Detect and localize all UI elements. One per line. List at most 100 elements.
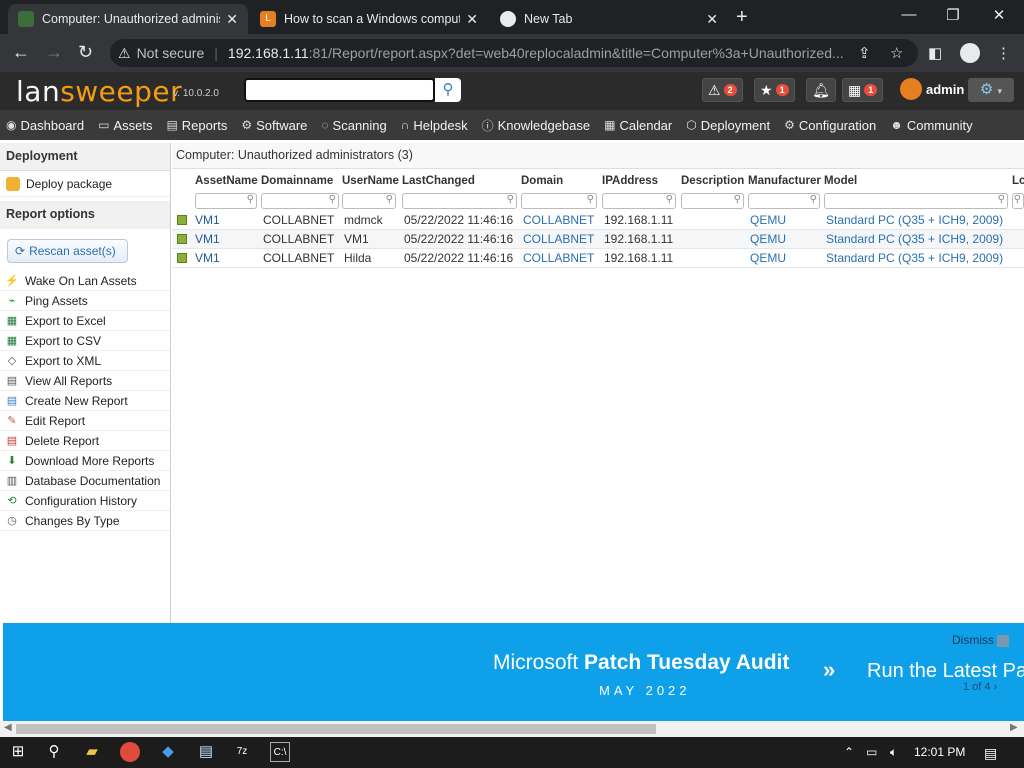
action-database-documentation[interactable]: ▥ Database Documentation: [0, 471, 170, 491]
close-tab-icon[interactable]: ✕: [706, 11, 718, 28]
menu-kebab-icon[interactable]: ⋮: [996, 44, 1011, 62]
network-icon[interactable]: ▭: [866, 745, 877, 759]
column-header-domain[interactable]: Domain: [521, 175, 563, 187]
deploy-package-link[interactable]: Deploy package: [0, 171, 170, 197]
cell-model[interactable]: Standard PC (Q35 + ICH9, 2009): [826, 251, 1003, 265]
action-edit-report[interactable]: ✎ Edit Report: [0, 411, 170, 431]
menu-item-configuration[interactable]: ⚙ Configuration: [784, 118, 876, 133]
scrollbar-thumb[interactable]: [16, 724, 656, 734]
column-header-model[interactable]: Model: [824, 175, 857, 187]
lansweeper-logo[interactable]: lansweeper: [16, 75, 182, 108]
column-header-lo[interactable]: Lo: [1012, 175, 1024, 187]
action-export-to-xml[interactable]: ◇ Export to XML: [0, 351, 170, 371]
action-download-more-reports[interactable]: ⬇ Download More Reports: [0, 451, 170, 471]
filter-input-ipaddress[interactable]: ⚲: [602, 193, 676, 209]
close-window-button[interactable]: ✕: [976, 6, 1022, 24]
filter-input-lastchanged[interactable]: ⚲: [402, 193, 517, 209]
tab-how-to-scan[interactable]: L How to scan a Windows compute ✕: [250, 4, 488, 34]
menu-item-knowledgebase[interactable]: ⓘ Knowledgebase: [482, 117, 591, 134]
filter-input-username[interactable]: ⚲: [342, 193, 396, 209]
new-tab-button[interactable]: +: [736, 6, 748, 29]
cell-model[interactable]: Standard PC (Q35 + ICH9, 2009): [826, 232, 1003, 246]
scroll-left-icon[interactable]: ◀: [4, 722, 12, 733]
cell-assetname[interactable]: VM1: [195, 251, 220, 265]
chrome-icon[interactable]: [120, 742, 140, 762]
cell-manufacturer[interactable]: QEMU: [750, 251, 786, 265]
restore-button[interactable]: ❐: [930, 6, 976, 24]
windows-start-icon[interactable]: ⊞: [8, 742, 28, 762]
table-row[interactable]: VM1 COLLABNET mdmck 05/22/2022 11:46:16 COLL…: [172, 211, 1024, 230]
cell-model[interactable]: Standard PC (Q35 + ICH9, 2009): [826, 213, 1003, 227]
filter-input-lo[interactable]: ⚲: [1012, 193, 1024, 209]
column-header-lastchanged[interactable]: LastChanged: [402, 175, 475, 187]
profile-icon[interactable]: [960, 43, 980, 63]
action-create-new-report[interactable]: ▤ Create New Report: [0, 391, 170, 411]
double-chevron-right-icon[interactable]: »: [823, 657, 835, 683]
menu-item-calendar[interactable]: ▦ Calendar: [604, 118, 672, 133]
menu-item-scanning[interactable]: ◌ Scanning: [321, 118, 386, 133]
teamviewer-icon[interactable]: ◆: [158, 742, 178, 762]
search-icon[interactable]: ⚲: [44, 742, 64, 762]
minimize-button[interactable]: —: [886, 6, 932, 23]
7zip-icon[interactable]: 7z: [232, 742, 252, 762]
menu-item-assets[interactable]: ▭ Assets: [98, 118, 152, 133]
filter-input-assetname[interactable]: ⚲: [195, 193, 257, 209]
action-view-all-reports[interactable]: ▤ View All Reports: [0, 371, 170, 391]
cell-domain[interactable]: COLLABNET: [523, 213, 594, 227]
cell-assetname[interactable]: VM1: [195, 232, 220, 246]
banner-cta[interactable]: Run the Latest Pat: [867, 660, 1024, 683]
action-configuration-history[interactable]: ⟲ Configuration History: [0, 491, 170, 511]
column-header-assetname[interactable]: AssetName: [195, 175, 258, 187]
volume-icon[interactable]: 🔈︎: [890, 745, 897, 760]
avatar[interactable]: [900, 78, 922, 100]
menu-item-reports[interactable]: ▤ Reports: [166, 118, 227, 133]
table-row[interactable]: VM1 COLLABNET VM1 05/22/2022 11:46:16 COLLAB…: [172, 230, 1024, 249]
action-ping-assets[interactable]: ⌁ Ping Assets: [0, 291, 170, 311]
alerts-button[interactable]: ⚠ 2: [702, 78, 743, 102]
horizontal-scrollbar[interactable]: ◀ ▶: [0, 721, 1024, 737]
back-button[interactable]: ←: [12, 42, 30, 63]
cell-manufacturer[interactable]: QEMU: [750, 213, 786, 227]
sidepanel-icon[interactable]: ◧: [928, 44, 942, 62]
address-bar[interactable]: ⚠ Not secure | 192.168.1.11 :81/Report/r…: [110, 39, 918, 67]
chevron-up-icon[interactable]: ⌃: [844, 745, 854, 759]
column-header-domainname[interactable]: Domainname: [261, 175, 333, 187]
bookmark-star-icon[interactable]: ☆: [890, 44, 903, 62]
favorites-button[interactable]: ★ 1: [754, 78, 795, 102]
command-prompt-icon[interactable]: C:\: [270, 742, 290, 762]
cell-assetname[interactable]: VM1: [195, 213, 220, 227]
settings-button[interactable]: ⚙ ▾: [968, 78, 1014, 102]
forward-button[interactable]: →: [45, 42, 63, 63]
column-header-username[interactable]: UserName: [342, 175, 399, 187]
filter-input-manufacturer[interactable]: ⚲: [748, 193, 820, 209]
cell-domain[interactable]: COLLABNET: [523, 232, 594, 246]
calendar-button[interactable]: ▦ 1: [842, 78, 884, 102]
menu-item-dashboard[interactable]: ◉ Dashboard: [6, 118, 84, 133]
filter-input-domain[interactable]: ⚲: [521, 193, 597, 209]
action-changes-by-type[interactable]: ◷ Changes By Type: [0, 511, 170, 531]
cell-domain[interactable]: COLLABNET: [523, 251, 594, 265]
taskbar-clock[interactable]: 12:01 PM: [914, 745, 965, 759]
notepad-icon[interactable]: ▤: [196, 742, 216, 762]
chevron-right-icon[interactable]: ›: [994, 681, 998, 693]
cell-manufacturer[interactable]: QEMU: [750, 232, 786, 246]
search-button[interactable]: ⚲: [435, 78, 461, 102]
scroll-right-icon[interactable]: ▶: [1010, 722, 1018, 733]
tab-new-tab[interactable]: New Tab ✕: [490, 4, 728, 34]
share-icon[interactable]: ⇪: [858, 44, 871, 62]
user-name[interactable]: admin: [926, 82, 964, 97]
file-explorer-icon[interactable]: ▰: [82, 742, 102, 762]
search-input[interactable]: [244, 78, 435, 102]
filter-input-domainname[interactable]: ⚲: [261, 193, 339, 209]
action-wake-on-lan-assets[interactable]: ⚡ Wake On Lan Assets: [0, 271, 170, 291]
filter-input-description[interactable]: ⚲: [681, 193, 744, 209]
close-tab-icon[interactable]: ✕: [466, 11, 478, 28]
menu-item-community[interactable]: ☻ Community: [890, 118, 972, 133]
action-delete-report[interactable]: ▤ Delete Report: [0, 431, 170, 451]
notifications-icon[interactable]: ▤: [984, 745, 997, 762]
table-row[interactable]: VM1 COLLABNET Hilda 05/22/2022 11:46:16 COLL…: [172, 249, 1024, 268]
column-header-ipaddress[interactable]: IPAddress: [602, 175, 658, 187]
column-header-manufacturer[interactable]: Manufacturer: [748, 175, 821, 187]
menu-item-helpdesk[interactable]: ∩ Helpdesk: [401, 118, 468, 133]
warning-icon[interactable]: ⚠: [118, 45, 131, 62]
